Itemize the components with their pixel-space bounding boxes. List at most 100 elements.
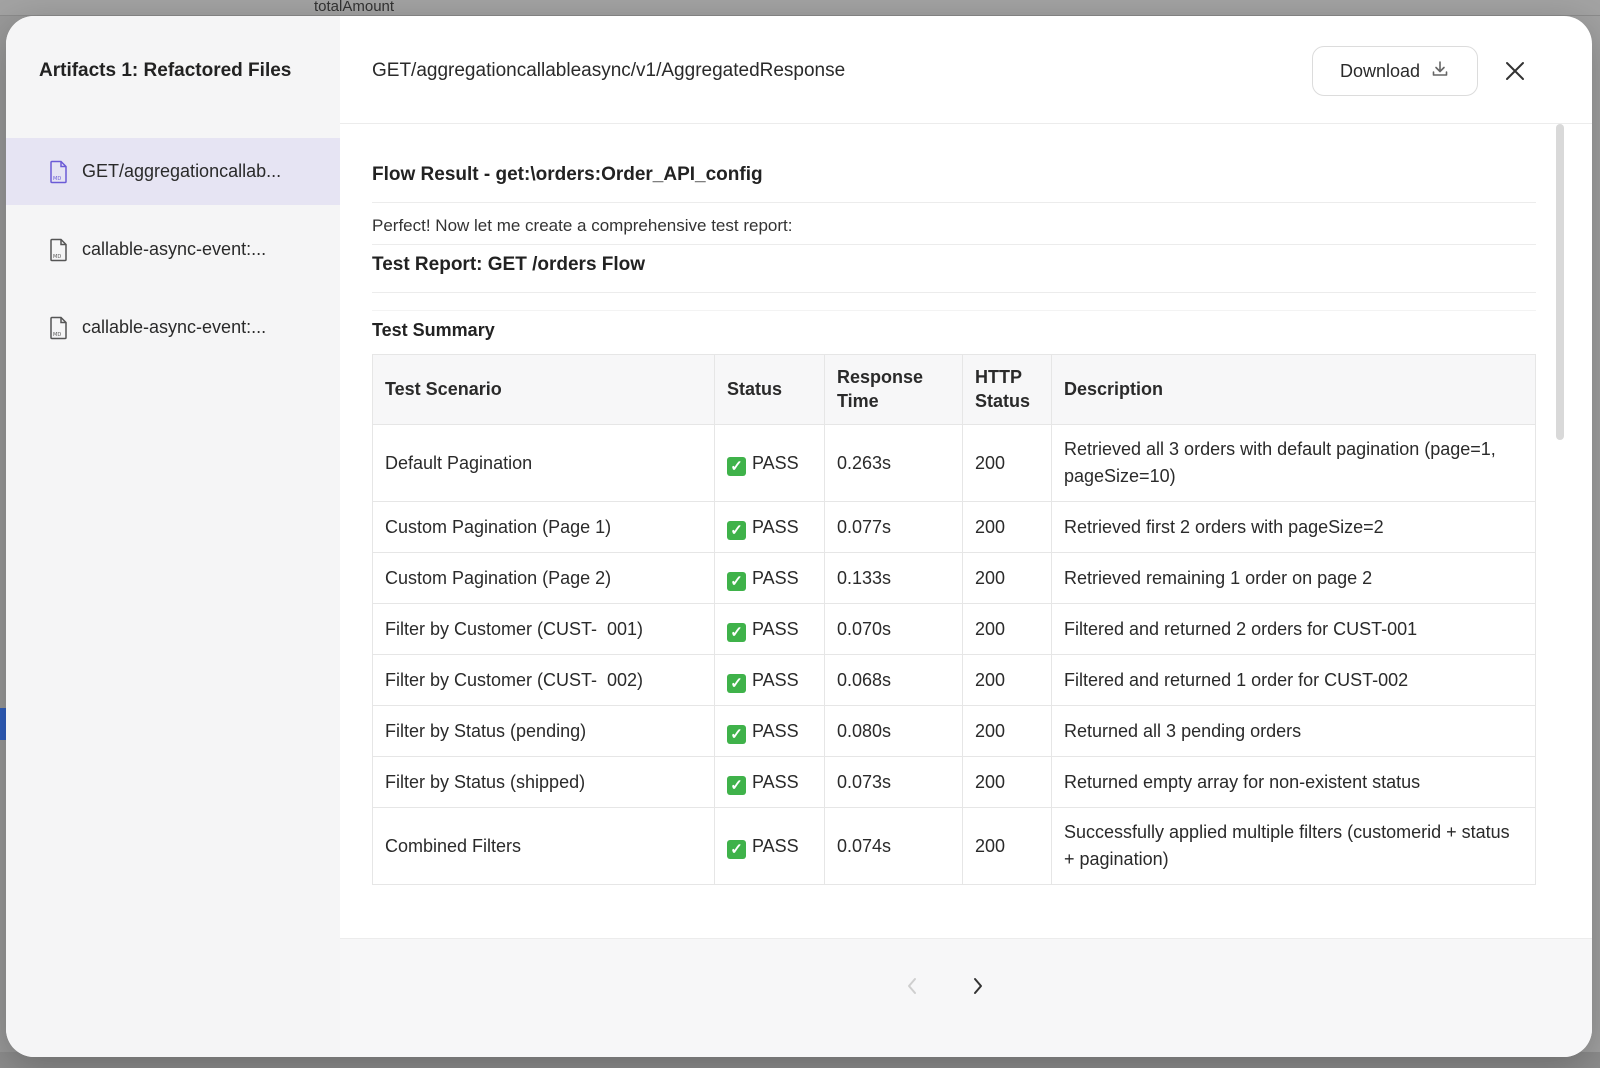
status-text: PASS (752, 567, 799, 588)
table-row: Default Pagination ✓ PASS 0.263s 200 Retr… (372, 424, 1536, 502)
viewer-header: GET/aggregationcallableasync/v1/Aggregat… (340, 16, 1592, 124)
file-list: MD GET/aggregationcallab... MD callable-… (6, 138, 340, 372)
background-column-label: totalAmount (314, 0, 395, 15)
scenario-cell: Filter by Status (shipped) (372, 756, 715, 808)
response-time-cell: 0.068s (824, 654, 963, 706)
table-row: Filter by Status (shipped) ✓ PASS 0.073s … (372, 756, 1536, 808)
status-cell: ✓ PASS (714, 807, 825, 885)
column-header: Response Time (824, 354, 963, 425)
test-summary-heading: Test Summary (372, 320, 495, 340)
check-icon: ✓ (727, 673, 746, 693)
download-button[interactable]: Download (1312, 46, 1478, 96)
divider (372, 244, 1536, 245)
divider (372, 310, 1536, 311)
status-cell: ✓ PASS (714, 603, 825, 655)
description-cell: Returned empty array for non-existent st… (1051, 756, 1536, 808)
chevron-right-icon[interactable] (970, 975, 986, 1004)
file-label: GET/aggregationcallab... (82, 161, 282, 181)
table-row: Filter by Status (pending) ✓ PASS 0.080s … (372, 705, 1536, 757)
scenario-cell: Default Pagination (372, 424, 715, 502)
description-cell: Filtered and returned 1 order for CUST-0… (1051, 654, 1536, 706)
description-cell: Successfully applied multiple filters (c… (1051, 807, 1536, 885)
status-cell: ✓ PASS (714, 654, 825, 706)
download-icon (1430, 59, 1450, 84)
divider (372, 202, 1536, 203)
artifact-path-title: GET/aggregationcallableasync/v1/Aggregat… (372, 60, 846, 81)
file-item[interactable]: MD GET/aggregationcallab... (6, 138, 340, 205)
description-cell: Returned all 3 pending orders (1051, 705, 1536, 757)
file-item[interactable]: MD callable-async-event:... (6, 216, 340, 283)
http-status-cell: 200 (962, 603, 1052, 655)
http-status-cell: 200 (962, 705, 1052, 757)
http-status-cell: 200 (962, 654, 1052, 706)
file-item[interactable]: MD callable-async-event:... (6, 294, 340, 361)
description-cell: Filtered and returned 2 orders for CUST-… (1051, 603, 1536, 655)
http-status-cell: 200 (962, 424, 1052, 502)
content-scrollbar[interactable] (1556, 124, 1564, 440)
check-icon: ✓ (727, 775, 746, 795)
status-cell: ✓ PASS (714, 424, 825, 502)
description-cell: Retrieved first 2 orders with pageSize=2 (1051, 501, 1536, 553)
artifact-content: Flow Result - get:\orders:Order_API_conf… (372, 124, 1536, 944)
scenario-cell: Combined Filters (372, 807, 715, 885)
description-cell: Retrieved all 3 orders with default pagi… (1051, 424, 1536, 502)
response-time-cell: 0.074s (824, 807, 963, 885)
status-text: PASS (752, 720, 799, 741)
http-status-cell: 200 (962, 756, 1052, 808)
status-text: PASS (752, 516, 799, 537)
test-report-heading: Test Report: GET /orders Flow (372, 254, 646, 275)
table-row: Filter by Customer (CUST- 001) ✓ PASS 0.0… (372, 603, 1536, 655)
svg-text:MD: MD (53, 176, 61, 182)
column-header: HTTP Status (962, 354, 1052, 425)
description-cell: Retrieved remaining 1 order on page 2 (1051, 552, 1536, 604)
file-label: callable-async-event:... (82, 239, 267, 259)
pagination-footer (340, 938, 1592, 1057)
response-time-cell: 0.070s (824, 603, 963, 655)
close-icon[interactable] (1502, 58, 1528, 84)
check-icon: ✓ (727, 622, 746, 642)
response-time-cell: 0.073s (824, 756, 963, 808)
check-icon: ✓ (727, 839, 746, 859)
http-status-cell: 200 (962, 501, 1052, 553)
scenario-cell: Custom Pagination (Page 1) (372, 501, 715, 553)
status-text: PASS (752, 669, 799, 690)
status-text: PASS (752, 452, 799, 473)
markdown-file-icon: MD (48, 160, 70, 184)
status-text: PASS (752, 835, 799, 856)
table-row: Combined Filters ✓ PASS 0.074s 200 Succes… (372, 807, 1536, 885)
response-time-cell: 0.080s (824, 705, 963, 757)
table-row: Filter by Customer (CUST- 002) ✓ PASS 0.0… (372, 654, 1536, 706)
check-icon: ✓ (727, 520, 746, 540)
download-label: Download (1339, 60, 1421, 81)
artifacts-modal: Artifacts 1: Refactored Files MD GET/agg… (6, 16, 1592, 1057)
scenario-cell: Filter by Status (pending) (372, 705, 715, 757)
column-header: Test Scenario (372, 354, 715, 425)
response-time-cell: 0.263s (824, 424, 963, 502)
test-summary-table: Test Scenario Status Response Time HTTP … (372, 354, 1536, 885)
background-toolbar: totalAmount (0, 0, 1600, 16)
scenario-cell: Filter by Customer (CUST- 001) (372, 603, 715, 655)
status-text: PASS (752, 618, 799, 639)
http-status-cell: 200 (962, 807, 1052, 885)
column-header: Status (714, 354, 825, 425)
check-icon: ✓ (727, 724, 746, 744)
table-row: Custom Pagination (Page 2) ✓ PASS 0.133s … (372, 552, 1536, 604)
svg-text:MD: MD (53, 332, 61, 338)
response-time-cell: 0.077s (824, 501, 963, 553)
status-cell: ✓ PASS (714, 552, 825, 604)
check-icon: ✓ (727, 571, 746, 591)
chevron-left-icon[interactable] (904, 975, 920, 1004)
table-row: Custom Pagination (Page 1) ✓ PASS 0.077s … (372, 501, 1536, 553)
intro-text: Perfect! Now let me create a comprehensi… (372, 216, 793, 235)
scenario-cell: Custom Pagination (Page 2) (372, 552, 715, 604)
file-label: callable-async-event:... (82, 317, 267, 337)
status-cell: ✓ PASS (714, 705, 825, 757)
artifacts-sidebar: Artifacts 1: Refactored Files MD GET/agg… (6, 16, 340, 1057)
status-cell: ✓ PASS (714, 501, 825, 553)
artifact-viewer: GET/aggregationcallableasync/v1/Aggregat… (340, 16, 1592, 1057)
http-status-cell: 200 (962, 552, 1052, 604)
flow-result-heading: Flow Result - get:\orders:Order_API_conf… (372, 164, 763, 185)
status-text: PASS (752, 771, 799, 792)
svg-text:MD: MD (53, 254, 61, 260)
sidebar-title: Artifacts 1: Refactored Files (39, 60, 292, 81)
